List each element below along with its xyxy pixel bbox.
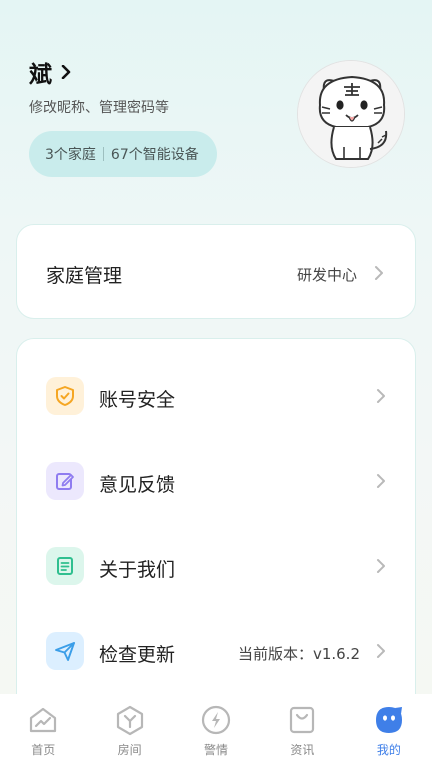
app-version: 当前版本：v1.6.2 <box>237 645 360 663</box>
user-name: 斌 <box>29 62 52 88</box>
tab-news[interactable]: 资讯 <box>259 694 345 768</box>
edit-note-icon <box>46 462 84 500</box>
tab-label: 我的 <box>376 743 401 757</box>
profile-name-link[interactable]: 斌 <box>29 55 72 89</box>
tab-label: 警情 <box>204 743 229 757</box>
profile-subtitle[interactable]: 修改昵称、管理密码等 <box>29 97 169 117</box>
stats-pill[interactable]: 3个家庭 67个智能设备 <box>29 131 217 177</box>
divider <box>102 147 104 161</box>
families-count: 3个家庭 <box>45 147 96 163</box>
chevron-right-icon <box>377 474 385 488</box>
tab-label: 首页 <box>31 743 56 757</box>
current-family-value: 研发中心 <box>296 266 357 284</box>
settings-menu-card: 账号安全 意见反馈 关于我们 检查更新 当前版本：v1.6.2 <box>16 338 416 718</box>
chevron-right-icon <box>375 266 383 280</box>
menu-label: 关于我们 <box>99 559 176 581</box>
menu-item-account-security[interactable]: 账号安全 <box>17 357 417 441</box>
tab-label: 房间 <box>117 743 142 757</box>
shield-check-icon <box>46 377 84 415</box>
tab-home[interactable]: 首页 <box>0 694 86 768</box>
menu-label: 意见反馈 <box>99 474 176 496</box>
menu-label: 账号安全 <box>99 389 176 411</box>
room-icon <box>116 705 143 736</box>
devices-count: 67个智能设备 <box>110 147 199 163</box>
tiger-avatar-icon <box>298 61 404 167</box>
tab-label: 资讯 <box>290 743 315 757</box>
menu-item-about-us[interactable]: 关于我们 <box>17 527 417 611</box>
profile-header: 斌 修改昵称、管理密码等 3个家庭 67个智能设备 <box>0 0 432 210</box>
bottom-tab-bar: 首页 房间 警情 资讯 我的 <box>0 694 432 768</box>
document-icon <box>46 547 84 585</box>
avatar[interactable] <box>297 60 405 168</box>
tab-room[interactable]: 房间 <box>86 694 172 768</box>
menu-item-feedback[interactable]: 意见反馈 <box>17 442 417 526</box>
tab-alerts[interactable]: 警情 <box>173 694 259 768</box>
tab-mine[interactable]: 我的 <box>346 694 432 768</box>
chevron-right-icon <box>377 389 385 403</box>
home-icon <box>30 707 57 733</box>
menu-label: 检查更新 <box>99 644 176 666</box>
chevron-right-icon <box>377 644 385 658</box>
family-management-card[interactable]: 家庭管理 研发中心 <box>16 224 416 319</box>
profile-face-icon <box>375 707 402 733</box>
menu-item-check-update[interactable]: 检查更新 当前版本：v1.6.2 <box>17 612 417 696</box>
alert-bolt-icon <box>201 705 231 735</box>
chevron-right-icon <box>61 65 71 79</box>
bag-icon <box>290 706 315 734</box>
family-management-label: 家庭管理 <box>46 265 123 287</box>
chevron-right-icon <box>377 559 385 573</box>
paper-plane-icon <box>46 632 84 670</box>
